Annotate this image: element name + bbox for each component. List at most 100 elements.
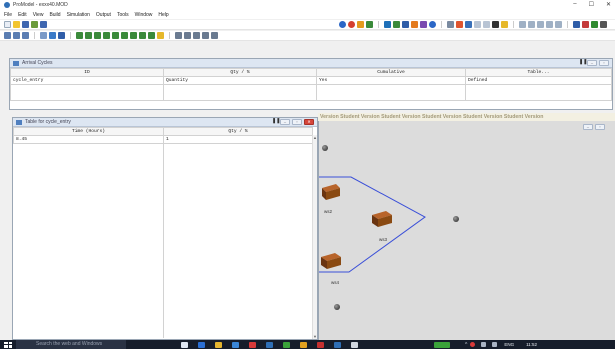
resource-node-2[interactable] [453, 216, 459, 222]
language-indicator[interactable]: ENG [504, 342, 514, 347]
run-icon[interactable] [339, 21, 346, 28]
path-networks-icon[interactable] [402, 21, 409, 28]
taskbar-search-box[interactable]: Search the web and Windows [16, 340, 126, 349]
macros-icon[interactable] [103, 32, 110, 39]
cell-cumulative[interactable]: Yes [316, 76, 466, 85]
resource-node-3[interactable] [334, 304, 340, 310]
column-header-cumulative[interactable]: Cumulative [316, 68, 466, 77]
scenario-icon[interactable] [211, 32, 218, 39]
stop-icon[interactable] [348, 21, 355, 28]
shifts-build-icon[interactable] [202, 32, 209, 39]
build-path-icon[interactable] [49, 32, 56, 39]
cell-id[interactable]: cycle_entry [10, 76, 164, 85]
layout-icon[interactable] [492, 21, 499, 28]
table-row[interactable]: cycle_entry Quantity Yes Defined [10, 76, 612, 85]
cycles-icon[interactable] [130, 32, 137, 39]
column-header-id[interactable]: ID [10, 68, 164, 77]
layout-canvas[interactable] [318, 113, 615, 340]
menu-build[interactable]: Build [49, 12, 60, 18]
cell-qty[interactable]: 1 [163, 135, 313, 144]
column-header-time[interactable]: Time (Hours) [13, 127, 164, 136]
shifts-icon[interactable] [456, 21, 463, 28]
acrobat-icon[interactable] [317, 341, 324, 348]
build-processing-icon[interactable] [22, 32, 29, 39]
distributions-icon[interactable] [121, 32, 128, 39]
network-icon[interactable] [481, 342, 487, 347]
layout-minimize-button[interactable]: – [583, 124, 593, 130]
arrays-icon[interactable] [94, 32, 101, 39]
layout-restore-button[interactable]: ▫ [595, 124, 605, 130]
scroll-down-icon[interactable]: ▼ [313, 334, 317, 339]
zoom-icon[interactable] [501, 21, 508, 28]
view-icon[interactable] [519, 21, 526, 28]
resources-icon[interactable] [411, 21, 418, 28]
resource-node-1[interactable] [322, 145, 328, 151]
restore-window-button[interactable]: ▫ [292, 119, 302, 125]
red-icon[interactable] [582, 21, 589, 28]
merge-icon[interactable] [31, 21, 38, 28]
file-explorer-icon[interactable] [215, 341, 222, 348]
graphs-icon[interactable] [555, 21, 562, 28]
streams-icon[interactable] [148, 32, 155, 39]
task-view-icon[interactable] [181, 341, 188, 348]
menu-view[interactable]: View [33, 12, 44, 18]
edge-icon[interactable] [198, 341, 205, 348]
maximize-button[interactable]: ☐ [589, 1, 594, 8]
vertical-scrollbar[interactable]: ▲ ▼ [312, 135, 317, 339]
view-3-icon[interactable] [537, 21, 544, 28]
table-row-empty[interactable] [10, 84, 612, 101]
windows-start-icon[interactable] [4, 341, 12, 348]
animation-icon[interactable] [357, 21, 364, 28]
menu-edit[interactable]: Edit [18, 12, 27, 18]
grid-icon[interactable] [474, 21, 481, 28]
subroutines-icon[interactable] [112, 32, 119, 39]
build-arrivals-icon[interactable] [40, 32, 47, 39]
graphics-icon[interactable] [193, 32, 200, 39]
play-icon[interactable] [465, 21, 472, 28]
column-header-qty[interactable]: Qty / % [163, 68, 317, 77]
options-icon[interactable] [366, 21, 373, 28]
view-2-icon[interactable] [528, 21, 535, 28]
column-header-table[interactable]: Table... [465, 68, 612, 77]
minimize-button[interactable]: – [573, 1, 576, 8]
build-locations-icon[interactable] [4, 32, 11, 39]
print-icon[interactable] [40, 21, 47, 28]
tree-icon[interactable] [591, 21, 598, 28]
chrome-icon[interactable] [300, 341, 307, 348]
globe-icon[interactable] [573, 21, 580, 28]
menu-simulation[interactable]: Simulation [67, 12, 90, 18]
arrivals-icon[interactable] [447, 21, 454, 28]
column-header-qty[interactable]: Qty / % [163, 127, 313, 136]
scroll-up-icon[interactable]: ▲ [313, 135, 317, 140]
tray-red-icon[interactable] [470, 342, 476, 347]
new-file-icon[interactable] [4, 21, 11, 28]
open-folder-icon[interactable] [13, 21, 20, 28]
tray-arrow-icon[interactable]: ^ [465, 342, 467, 348]
variables-icon[interactable] [76, 32, 83, 39]
external-files-icon[interactable] [175, 32, 182, 39]
minimize-window-button[interactable]: – [280, 119, 290, 125]
notepad-icon[interactable] [351, 341, 358, 348]
volume-icon[interactable] [492, 342, 498, 347]
attributes-icon[interactable] [85, 32, 92, 39]
info-icon[interactable] [429, 21, 436, 28]
workstation-ws4[interactable] [319, 251, 341, 269]
battery-icon[interactable] [434, 341, 450, 348]
cell-time[interactable]: 8.45 [13, 135, 164, 144]
pause-icon[interactable]: ❚❚ [272, 119, 280, 125]
cell-table[interactable]: Defined [465, 76, 612, 85]
word-icon[interactable] [266, 341, 273, 348]
menu-file[interactable]: File [4, 12, 12, 18]
excel-icon[interactable] [283, 341, 290, 348]
store-icon[interactable] [232, 341, 239, 348]
menu-help[interactable]: Help [158, 12, 168, 18]
processing-icon[interactable] [420, 21, 427, 28]
clock[interactable]: 11:52 [526, 342, 537, 347]
close-window-button[interactable]: ✕ [304, 119, 314, 125]
tables-icon[interactable] [139, 32, 146, 39]
minimize-window-button[interactable]: – [587, 60, 597, 66]
restore-window-button[interactable]: ▫ [599, 60, 609, 66]
pause-icon[interactable]: ❚❚ [579, 60, 587, 66]
promodel-taskbar-icon[interactable] [334, 341, 341, 348]
menu-window[interactable]: Window [135, 12, 153, 18]
